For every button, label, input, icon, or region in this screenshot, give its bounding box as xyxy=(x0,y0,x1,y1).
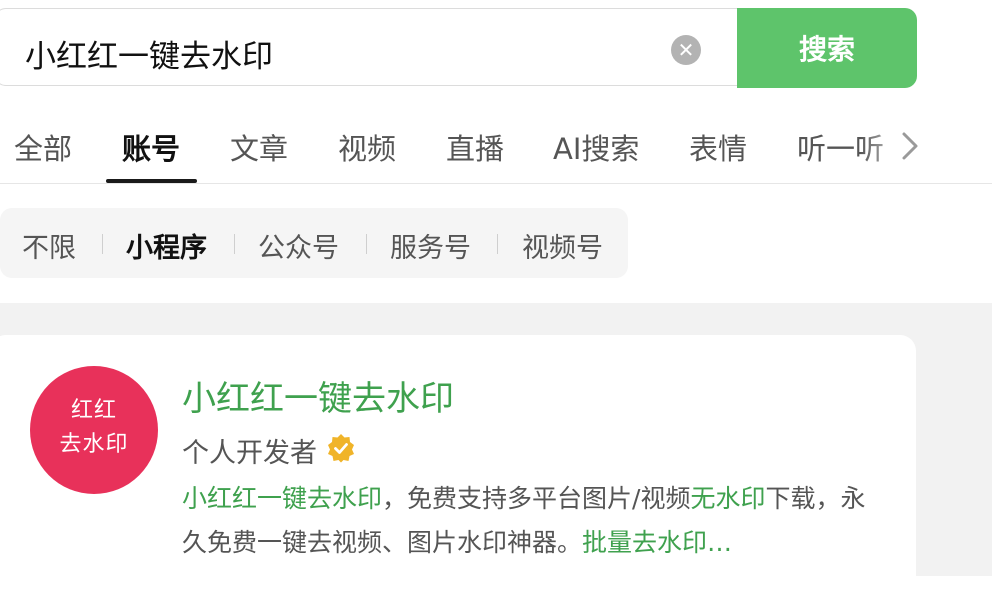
tab-stickers[interactable]: 表情 xyxy=(689,126,747,168)
tab-live[interactable]: 直播 xyxy=(446,126,504,168)
result-description: 小红红一键去水印，免费支持多平台图片/视频无水印下载，永久免费一键去视频、图片水… xyxy=(182,477,882,565)
clear-icon[interactable]: ✕ xyxy=(671,35,701,65)
avatar-logo-line2: 去水印 xyxy=(59,432,129,457)
filter-divider xyxy=(234,234,235,254)
developer-type: 个人开发者 xyxy=(182,438,317,469)
desc-highlight: 批量去水印… xyxy=(582,528,733,557)
search-input[interactable]: 小红红一键去水印 ✕ xyxy=(0,8,750,86)
tab-videos[interactable]: 视频 xyxy=(338,126,396,168)
search-bar: 小红红一键去水印 ✕ 搜索 xyxy=(0,8,917,88)
desc-text: ，免费支持多平台图片/视频 xyxy=(382,484,691,513)
verified-icon xyxy=(328,434,354,463)
category-tabs: 全部 账号 文章 视频 直播 AI搜索 表情 听一听 xyxy=(0,110,992,184)
chevron-right-icon[interactable] xyxy=(896,128,922,164)
avatar[interactable]: 红红 去水印 xyxy=(30,366,158,494)
filter-divider xyxy=(102,234,103,254)
tab-ai-search[interactable]: AI搜索 xyxy=(553,126,639,168)
account-type-filter: 不限 小程序 公众号 服务号 视频号 xyxy=(0,208,628,278)
active-tab-indicator xyxy=(106,179,197,183)
filter-divider xyxy=(366,234,367,254)
filter-mini-program[interactable]: 小程序 xyxy=(126,226,207,265)
filter-divider xyxy=(497,234,498,254)
tab-accounts[interactable]: 账号 xyxy=(122,126,180,168)
filter-official-account[interactable]: 公众号 xyxy=(258,226,339,265)
search-button[interactable]: 搜索 xyxy=(737,8,917,88)
result-title[interactable]: 小红红一键去水印 xyxy=(182,371,454,420)
avatar-logo-line1: 红红 xyxy=(70,398,117,423)
filter-service-account[interactable]: 服务号 xyxy=(390,226,471,265)
filter-channels[interactable]: 视频号 xyxy=(522,226,603,265)
tab-all[interactable]: 全部 xyxy=(14,126,72,168)
avatar-logo-text: 红红 去水印 xyxy=(30,394,158,462)
desc-highlight: 小红红一键去水印 xyxy=(182,484,383,513)
tab-articles[interactable]: 文章 xyxy=(230,126,288,168)
desc-highlight: 无水印 xyxy=(690,484,766,513)
search-query-text: 小红红一键去水印 xyxy=(25,39,273,75)
filter-unlimited[interactable]: 不限 xyxy=(22,226,76,265)
